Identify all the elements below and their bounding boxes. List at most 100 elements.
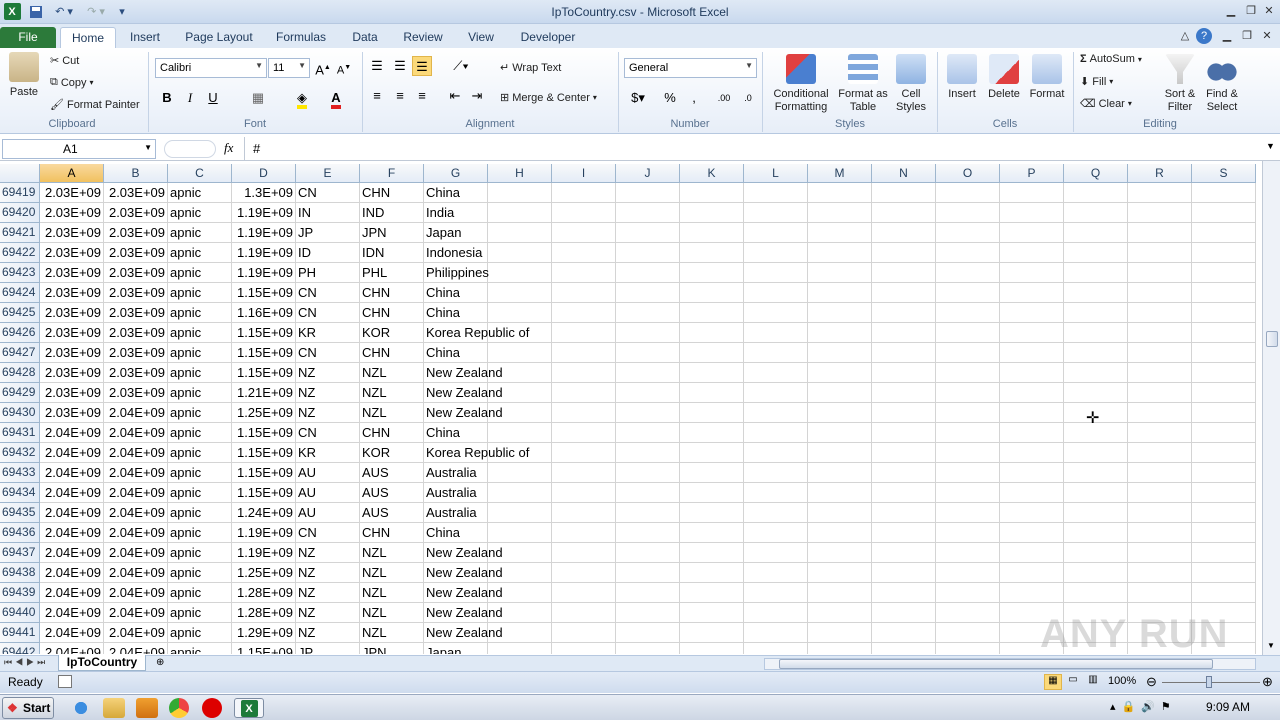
- cell-i[interactable]: [552, 423, 616, 443]
- cell-o[interactable]: [936, 323, 1000, 343]
- row-header[interactable]: 69441: [0, 623, 40, 643]
- formula-input[interactable]: #: [244, 137, 1264, 161]
- cell-p[interactable]: [1000, 403, 1064, 423]
- cell-i[interactable]: [552, 283, 616, 303]
- cell-a[interactable]: 2.04E+09: [40, 503, 104, 523]
- cell-b[interactable]: 2.04E+09: [104, 603, 168, 623]
- cell-o[interactable]: [936, 563, 1000, 583]
- cell-e[interactable]: NZ: [296, 403, 360, 423]
- cell-m[interactable]: [808, 543, 872, 563]
- cell-c[interactable]: apnic: [168, 643, 232, 654]
- cell-s[interactable]: [1192, 463, 1256, 483]
- cell-n[interactable]: [872, 223, 936, 243]
- cell-d[interactable]: 1.19E+09: [232, 223, 296, 243]
- align-middle-icon[interactable]: ☰: [390, 56, 410, 76]
- cell-j[interactable]: [616, 303, 680, 323]
- cell-e[interactable]: CN: [296, 283, 360, 303]
- cell-f[interactable]: NZL: [360, 383, 424, 403]
- cell-l[interactable]: [744, 283, 808, 303]
- cell-r[interactable]: [1128, 463, 1192, 483]
- cell-b[interactable]: 2.04E+09: [104, 523, 168, 543]
- wrap-text-button[interactable]: ↵ Wrap Text: [500, 61, 561, 75]
- cell-r[interactable]: [1128, 443, 1192, 463]
- cell-p[interactable]: [1000, 343, 1064, 363]
- cell-i[interactable]: [552, 323, 616, 343]
- column-header-j[interactable]: J: [616, 164, 680, 183]
- cell-h[interactable]: [488, 183, 552, 203]
- tab-developer[interactable]: Developer: [514, 27, 582, 48]
- sheet-tab-iptocountry[interactable]: IpToCountry: [58, 655, 146, 671]
- row-header[interactable]: 69423: [0, 263, 40, 283]
- cell-b[interactable]: 2.04E+09: [104, 503, 168, 523]
- cell-g[interactable]: India: [424, 203, 488, 223]
- name-box[interactable]: A1 ▼: [2, 139, 156, 159]
- cell-d[interactable]: 1.15E+09: [232, 343, 296, 363]
- cell-c[interactable]: apnic: [168, 543, 232, 563]
- cell-l[interactable]: [744, 463, 808, 483]
- cell-j[interactable]: [616, 183, 680, 203]
- cell-n[interactable]: [872, 203, 936, 223]
- cell-q[interactable]: [1064, 343, 1128, 363]
- cell-m[interactable]: [808, 423, 872, 443]
- cell-b[interactable]: 2.03E+09: [104, 263, 168, 283]
- cell-o[interactable]: [936, 243, 1000, 263]
- tab-page-layout[interactable]: Page Layout: [180, 27, 258, 48]
- column-header-l[interactable]: L: [744, 164, 808, 183]
- new-sheet-icon[interactable]: ⊕: [156, 657, 164, 668]
- cell-l[interactable]: [744, 423, 808, 443]
- cell-i[interactable]: [552, 643, 616, 654]
- cell-a[interactable]: 2.03E+09: [40, 383, 104, 403]
- cell-k[interactable]: [680, 523, 744, 543]
- cell-k[interactable]: [680, 303, 744, 323]
- cell-j[interactable]: [616, 503, 680, 523]
- cell-h[interactable]: [488, 283, 552, 303]
- row-header[interactable]: 69420: [0, 203, 40, 223]
- shrink-font-icon[interactable]: A▼: [334, 58, 354, 78]
- page-break-view-icon[interactable]: ▥: [1084, 674, 1102, 690]
- cell-o[interactable]: [936, 503, 1000, 523]
- cell-q[interactable]: [1064, 523, 1128, 543]
- cell-c[interactable]: apnic: [168, 523, 232, 543]
- cell-g[interactable]: New Zealand: [424, 383, 503, 403]
- cell-e[interactable]: KR: [296, 323, 360, 343]
- cell-s[interactable]: [1192, 583, 1256, 603]
- font-size-select[interactable]: 11 ▼: [268, 58, 310, 78]
- decrease-decimal-icon[interactable]: .0: [738, 88, 758, 108]
- cell-c[interactable]: apnic: [168, 403, 232, 423]
- cell-n[interactable]: [872, 383, 936, 403]
- cell-j[interactable]: [616, 603, 680, 623]
- cell-s[interactable]: [1192, 543, 1256, 563]
- cell-l[interactable]: [744, 263, 808, 283]
- row-header[interactable]: 69437: [0, 543, 40, 563]
- cell-n[interactable]: [872, 363, 936, 383]
- cell-p[interactable]: [1000, 423, 1064, 443]
- cell-r[interactable]: [1128, 383, 1192, 403]
- row-header[interactable]: 69424: [0, 283, 40, 303]
- cell-o[interactable]: [936, 543, 1000, 563]
- cell-m[interactable]: [808, 183, 872, 203]
- cell-m[interactable]: [808, 343, 872, 363]
- cell-d[interactable]: 1.15E+09: [232, 463, 296, 483]
- row-header[interactable]: 69428: [0, 363, 40, 383]
- column-header-c[interactable]: C: [168, 164, 232, 183]
- cell-c[interactable]: apnic: [168, 283, 232, 303]
- cell-g[interactable]: New Zealand: [424, 543, 503, 563]
- cell-o[interactable]: [936, 583, 1000, 603]
- row-header[interactable]: 69434: [0, 483, 40, 503]
- column-header-o[interactable]: O: [936, 164, 1000, 183]
- row-header[interactable]: 69429: [0, 383, 40, 403]
- cell-s[interactable]: [1192, 283, 1256, 303]
- cell-h[interactable]: [488, 463, 552, 483]
- cell-d[interactable]: 1.21E+09: [232, 383, 296, 403]
- cell-o[interactable]: [936, 343, 1000, 363]
- cell-e[interactable]: NZ: [296, 543, 360, 563]
- cell-g[interactable]: China: [424, 183, 488, 203]
- cell-o[interactable]: [936, 383, 1000, 403]
- cell-f[interactable]: PHL: [360, 263, 424, 283]
- cell-a[interactable]: 2.04E+09: [40, 443, 104, 463]
- cell-a[interactable]: 2.03E+09: [40, 343, 104, 363]
- cell-s[interactable]: [1192, 323, 1256, 343]
- cell-h[interactable]: [488, 483, 552, 503]
- cell-r[interactable]: [1128, 323, 1192, 343]
- cell-p[interactable]: [1000, 463, 1064, 483]
